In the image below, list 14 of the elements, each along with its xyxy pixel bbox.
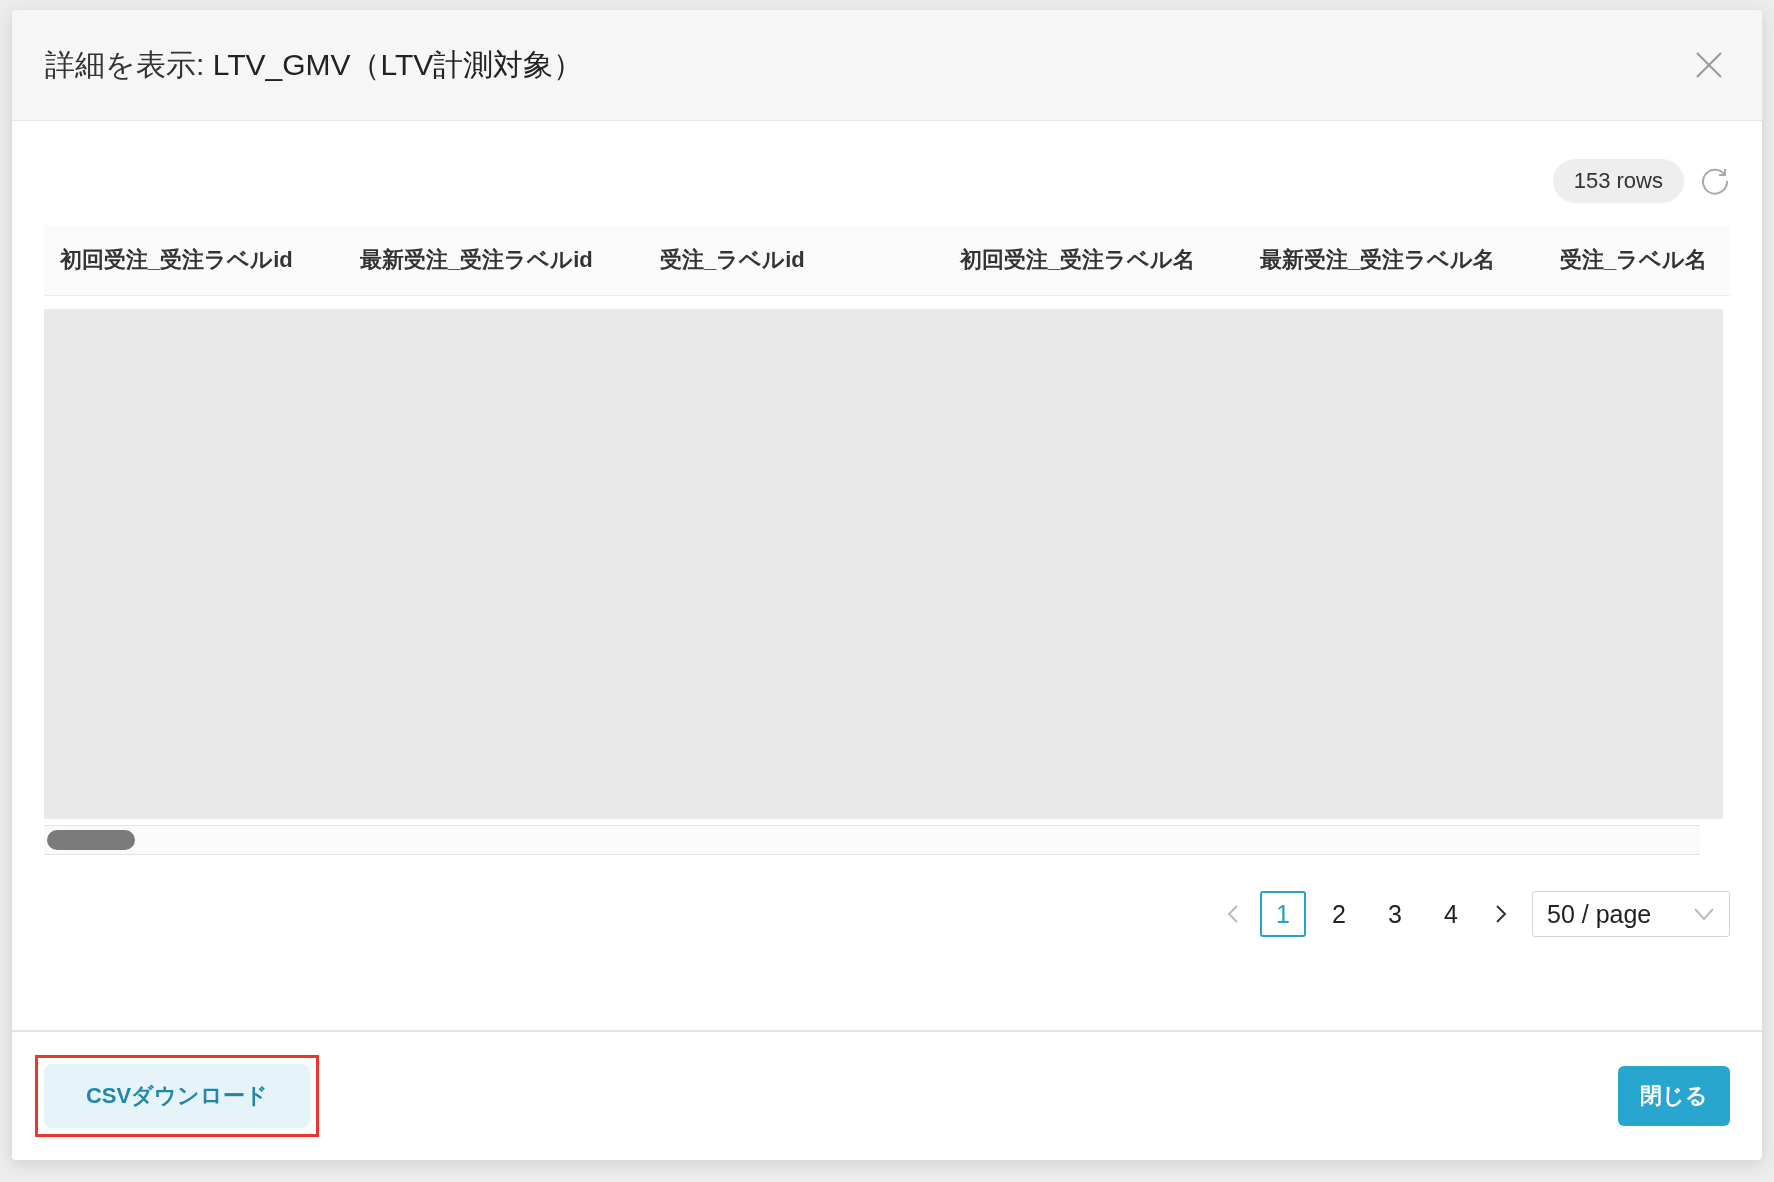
column-header: 最新受注_受注ラベル名 (1260, 246, 1497, 274)
column-header: 初回受注_受注ラベルid (60, 246, 294, 274)
column-header: 受注_ラベルid (660, 246, 806, 274)
column-header: 初回受注_受注ラベル名 (960, 246, 1197, 274)
row-count: 153 rows (1552, 159, 1684, 203)
chevron-down-icon (1693, 907, 1715, 921)
refresh-icon[interactable] (1700, 166, 1730, 196)
close-icon[interactable] (1694, 50, 1724, 80)
column-header: 受注_ラベル名 (1560, 246, 1709, 274)
page-size-select[interactable]: 50 / page (1532, 891, 1730, 937)
dialog-title: 詳細を表示: LTV_GMV（LTV計測対象） (45, 46, 584, 83)
column-header: 最新受注_受注ラベルid (360, 246, 594, 274)
scrollbar[interactable] (44, 825, 1700, 855)
csv-download-button[interactable]: CSVダウンロード (44, 1064, 310, 1128)
